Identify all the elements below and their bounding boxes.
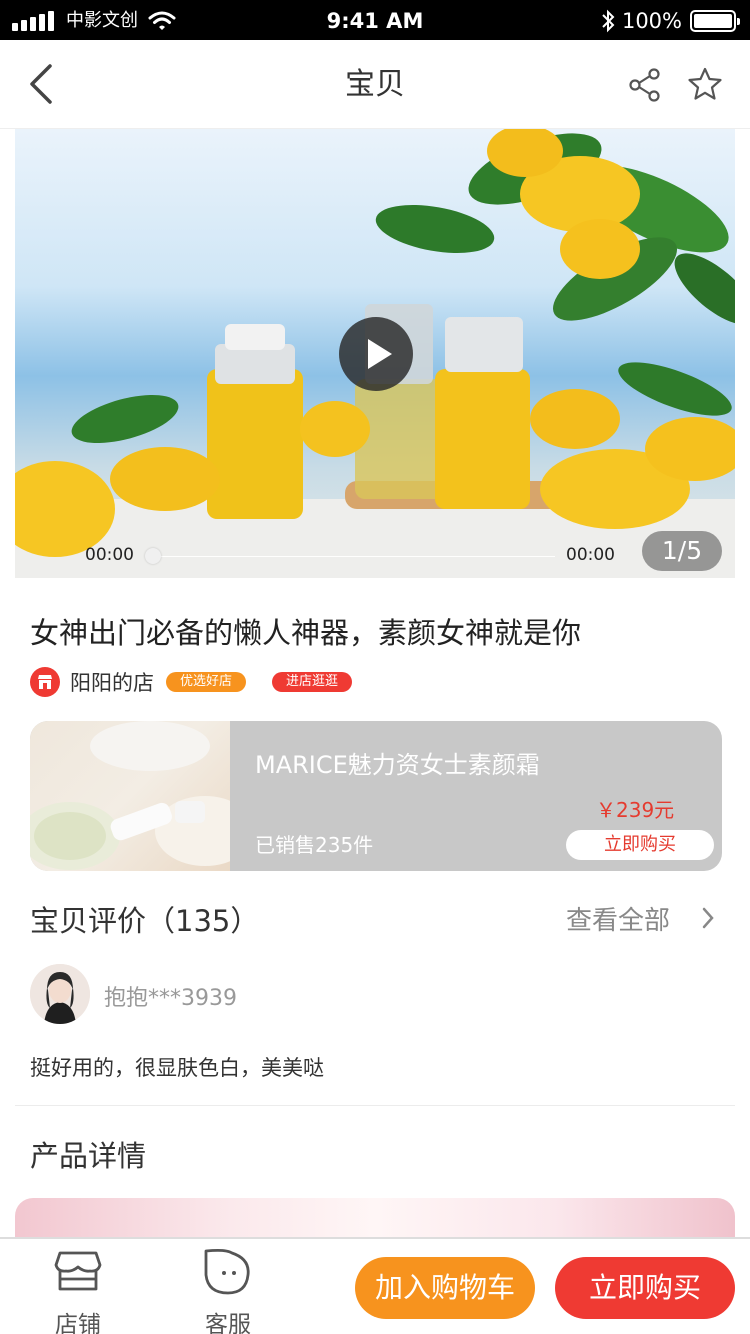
shop-line: 阳阳的店 优选好店 进店逛逛 [30,666,353,698]
play-button[interactable] [339,317,413,391]
page-indicator: 1/5 [642,531,722,571]
add-to-cart-button[interactable]: 加入购物车 [355,1257,535,1319]
store-label: 店铺 [55,1312,101,1334]
shop-name[interactable]: 阳阳的店 [70,667,154,697]
battery-icon [690,10,740,32]
bluetooth-icon [602,9,615,33]
promo-card[interactable]: MARICE魅力资女士素颜霜 ￥239元 已销售235件 立即购买 [30,721,722,871]
product-title: 女神出门必备的懒人神器，素颜女神就是你 [30,616,582,650]
product-media[interactable]: 00:00 00:00 1/5 [15,129,735,578]
chat-icon [204,1248,250,1295]
star-icon[interactable] [686,66,724,102]
view-all-reviews-link[interactable]: 查看全部 [566,900,670,937]
share-icon[interactable] [628,68,662,102]
status-bar: 中影文创 9:41 AM 100% [0,0,750,40]
promo-buy-button[interactable]: 立即购买 [566,830,714,860]
buy-now-button[interactable]: 立即购买 [555,1257,735,1319]
details-title: 产品详情 [30,1139,147,1173]
current-time: 00:00 [85,545,134,565]
store-icon [54,1251,102,1291]
back-icon[interactable] [24,62,64,106]
divider [15,1105,735,1106]
reviews-title: 宝贝评价（135） [30,904,260,938]
battery-percent: 100% [621,9,682,33]
tab-customer-service[interactable]: 客服 [188,1247,268,1334]
nav-bar: 宝贝 [0,40,750,129]
chevron-right-icon[interactable] [700,906,716,930]
tab-store[interactable]: 店铺 [38,1247,118,1334]
promo-price: ￥239元 [596,798,675,822]
status-right: 100% [600,7,740,35]
review-username: 抱抱***3939 [104,986,237,1011]
visit-shop-button[interactable]: 进店逛逛 [272,672,353,692]
duration: 00:00 [566,545,615,565]
quality-shop-badge: 优选好店 [166,672,247,692]
progress-track[interactable] [151,556,555,557]
progress-knob[interactable] [145,548,161,564]
promo-product-name: MARICE魅力资女士素颜霜 [255,751,540,779]
avatar [30,964,90,1024]
review-text: 挺好用的，很显肤色白，美美哒 [30,1056,324,1080]
bottom-bar: 店铺 客服 加入购物车 立即购买 [0,1237,750,1334]
shop-icon [30,667,60,697]
promo-sold-count: 已销售235件 [255,833,374,857]
promo-image [30,721,255,871]
service-label: 客服 [205,1312,251,1334]
